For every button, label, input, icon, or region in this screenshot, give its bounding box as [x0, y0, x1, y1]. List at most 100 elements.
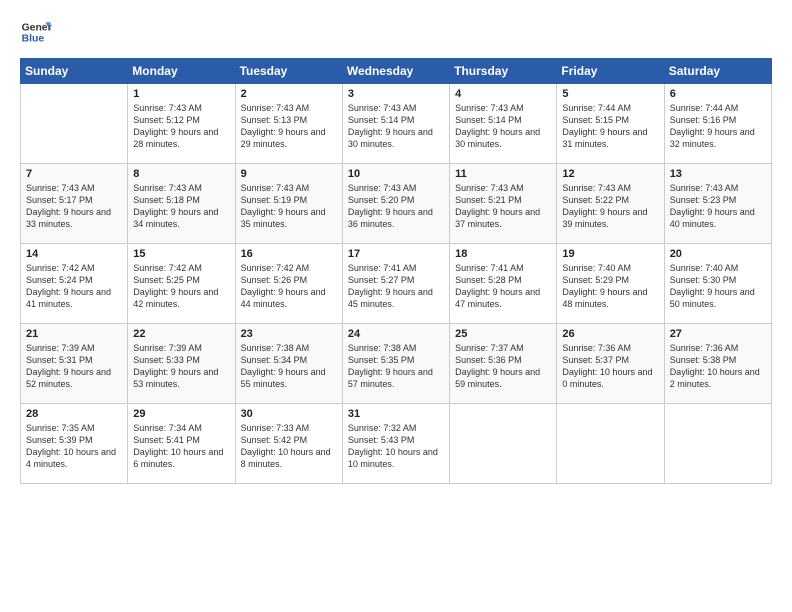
sunset-label: Sunset: 5:13 PM	[241, 115, 308, 125]
col-header-thursday: Thursday	[450, 59, 557, 84]
daylight-label: Daylight: 9 hours and 32 minutes.	[670, 127, 755, 149]
day-number: 29	[133, 408, 230, 420]
sunrise-label: Sunrise: 7:33 AM	[241, 423, 310, 433]
day-number: 23	[241, 328, 338, 340]
day-info: Sunrise: 7:36 AM Sunset: 5:37 PM Dayligh…	[562, 342, 659, 391]
sunset-label: Sunset: 5:38 PM	[670, 355, 737, 365]
day-info: Sunrise: 7:43 AM Sunset: 5:14 PM Dayligh…	[348, 102, 445, 151]
day-cell: 6 Sunrise: 7:44 AM Sunset: 5:16 PM Dayli…	[664, 84, 771, 164]
col-header-friday: Friday	[557, 59, 664, 84]
daylight-label: Daylight: 10 hours and 2 minutes.	[670, 367, 760, 389]
sunset-label: Sunset: 5:17 PM	[26, 195, 93, 205]
logo: General Blue	[20, 16, 52, 48]
daylight-label: Daylight: 9 hours and 48 minutes.	[562, 287, 647, 309]
sunrise-label: Sunrise: 7:43 AM	[241, 103, 310, 113]
sunrise-label: Sunrise: 7:39 AM	[26, 343, 95, 353]
sunset-label: Sunset: 5:22 PM	[562, 195, 629, 205]
sunrise-label: Sunrise: 7:43 AM	[133, 103, 202, 113]
day-info: Sunrise: 7:44 AM Sunset: 5:16 PM Dayligh…	[670, 102, 767, 151]
day-info: Sunrise: 7:43 AM Sunset: 5:23 PM Dayligh…	[670, 182, 767, 231]
header: General Blue	[20, 16, 772, 48]
day-number: 14	[26, 248, 123, 260]
sunset-label: Sunset: 5:24 PM	[26, 275, 93, 285]
day-info: Sunrise: 7:34 AM Sunset: 5:41 PM Dayligh…	[133, 422, 230, 471]
day-cell: 24 Sunrise: 7:38 AM Sunset: 5:35 PM Dayl…	[342, 324, 449, 404]
day-number: 15	[133, 248, 230, 260]
day-cell	[557, 404, 664, 484]
daylight-label: Daylight: 9 hours and 59 minutes.	[455, 367, 540, 389]
daylight-label: Daylight: 9 hours and 53 minutes.	[133, 367, 218, 389]
header-row: SundayMondayTuesdayWednesdayThursdayFrid…	[21, 59, 772, 84]
daylight-label: Daylight: 10 hours and 10 minutes.	[348, 447, 438, 469]
sunset-label: Sunset: 5:42 PM	[241, 435, 308, 445]
day-number: 7	[26, 168, 123, 180]
col-header-saturday: Saturday	[664, 59, 771, 84]
sunrise-label: Sunrise: 7:44 AM	[670, 103, 739, 113]
sunrise-label: Sunrise: 7:43 AM	[348, 103, 417, 113]
day-info: Sunrise: 7:37 AM Sunset: 5:36 PM Dayligh…	[455, 342, 552, 391]
day-number: 27	[670, 328, 767, 340]
day-number: 9	[241, 168, 338, 180]
sunrise-label: Sunrise: 7:43 AM	[562, 183, 631, 193]
sunrise-label: Sunrise: 7:41 AM	[348, 263, 417, 273]
sunset-label: Sunset: 5:35 PM	[348, 355, 415, 365]
sunset-label: Sunset: 5:39 PM	[26, 435, 93, 445]
sunrise-label: Sunrise: 7:43 AM	[241, 183, 310, 193]
day-info: Sunrise: 7:43 AM Sunset: 5:18 PM Dayligh…	[133, 182, 230, 231]
daylight-label: Daylight: 9 hours and 55 minutes.	[241, 367, 326, 389]
day-info: Sunrise: 7:39 AM Sunset: 5:31 PM Dayligh…	[26, 342, 123, 391]
col-header-sunday: Sunday	[21, 59, 128, 84]
daylight-label: Daylight: 9 hours and 36 minutes.	[348, 207, 433, 229]
day-cell: 16 Sunrise: 7:42 AM Sunset: 5:26 PM Dayl…	[235, 244, 342, 324]
sunrise-label: Sunrise: 7:32 AM	[348, 423, 417, 433]
day-cell	[664, 404, 771, 484]
col-header-tuesday: Tuesday	[235, 59, 342, 84]
daylight-label: Daylight: 10 hours and 0 minutes.	[562, 367, 652, 389]
day-number: 11	[455, 168, 552, 180]
sunrise-label: Sunrise: 7:37 AM	[455, 343, 524, 353]
day-cell: 3 Sunrise: 7:43 AM Sunset: 5:14 PM Dayli…	[342, 84, 449, 164]
daylight-label: Daylight: 9 hours and 50 minutes.	[670, 287, 755, 309]
day-cell: 25 Sunrise: 7:37 AM Sunset: 5:36 PM Dayl…	[450, 324, 557, 404]
daylight-label: Daylight: 9 hours and 34 minutes.	[133, 207, 218, 229]
day-info: Sunrise: 7:43 AM Sunset: 5:17 PM Dayligh…	[26, 182, 123, 231]
day-number: 24	[348, 328, 445, 340]
day-number: 13	[670, 168, 767, 180]
daylight-label: Daylight: 9 hours and 42 minutes.	[133, 287, 218, 309]
day-number: 1	[133, 88, 230, 100]
day-info: Sunrise: 7:43 AM Sunset: 5:20 PM Dayligh…	[348, 182, 445, 231]
sunrise-label: Sunrise: 7:39 AM	[133, 343, 202, 353]
sunset-label: Sunset: 5:27 PM	[348, 275, 415, 285]
sunrise-label: Sunrise: 7:42 AM	[133, 263, 202, 273]
day-cell: 17 Sunrise: 7:41 AM Sunset: 5:27 PM Dayl…	[342, 244, 449, 324]
daylight-label: Daylight: 9 hours and 28 minutes.	[133, 127, 218, 149]
day-number: 20	[670, 248, 767, 260]
day-cell: 11 Sunrise: 7:43 AM Sunset: 5:21 PM Dayl…	[450, 164, 557, 244]
sunset-label: Sunset: 5:37 PM	[562, 355, 629, 365]
daylight-label: Daylight: 9 hours and 37 minutes.	[455, 207, 540, 229]
day-cell: 26 Sunrise: 7:36 AM Sunset: 5:37 PM Dayl…	[557, 324, 664, 404]
daylight-label: Daylight: 10 hours and 4 minutes.	[26, 447, 116, 469]
sunset-label: Sunset: 5:15 PM	[562, 115, 629, 125]
sunset-label: Sunset: 5:28 PM	[455, 275, 522, 285]
day-info: Sunrise: 7:42 AM Sunset: 5:26 PM Dayligh…	[241, 262, 338, 311]
day-cell: 29 Sunrise: 7:34 AM Sunset: 5:41 PM Dayl…	[128, 404, 235, 484]
day-info: Sunrise: 7:33 AM Sunset: 5:42 PM Dayligh…	[241, 422, 338, 471]
day-info: Sunrise: 7:35 AM Sunset: 5:39 PM Dayligh…	[26, 422, 123, 471]
day-cell: 2 Sunrise: 7:43 AM Sunset: 5:13 PM Dayli…	[235, 84, 342, 164]
day-info: Sunrise: 7:36 AM Sunset: 5:38 PM Dayligh…	[670, 342, 767, 391]
daylight-label: Daylight: 10 hours and 6 minutes.	[133, 447, 223, 469]
day-number: 26	[562, 328, 659, 340]
day-info: Sunrise: 7:39 AM Sunset: 5:33 PM Dayligh…	[133, 342, 230, 391]
day-number: 2	[241, 88, 338, 100]
day-cell: 19 Sunrise: 7:40 AM Sunset: 5:29 PM Dayl…	[557, 244, 664, 324]
sunrise-label: Sunrise: 7:43 AM	[348, 183, 417, 193]
week-row-2: 7 Sunrise: 7:43 AM Sunset: 5:17 PM Dayli…	[21, 164, 772, 244]
day-info: Sunrise: 7:42 AM Sunset: 5:24 PM Dayligh…	[26, 262, 123, 311]
sunset-label: Sunset: 5:43 PM	[348, 435, 415, 445]
day-cell: 22 Sunrise: 7:39 AM Sunset: 5:33 PM Dayl…	[128, 324, 235, 404]
day-cell: 15 Sunrise: 7:42 AM Sunset: 5:25 PM Dayl…	[128, 244, 235, 324]
day-info: Sunrise: 7:42 AM Sunset: 5:25 PM Dayligh…	[133, 262, 230, 311]
day-info: Sunrise: 7:43 AM Sunset: 5:12 PM Dayligh…	[133, 102, 230, 151]
sunset-label: Sunset: 5:23 PM	[670, 195, 737, 205]
